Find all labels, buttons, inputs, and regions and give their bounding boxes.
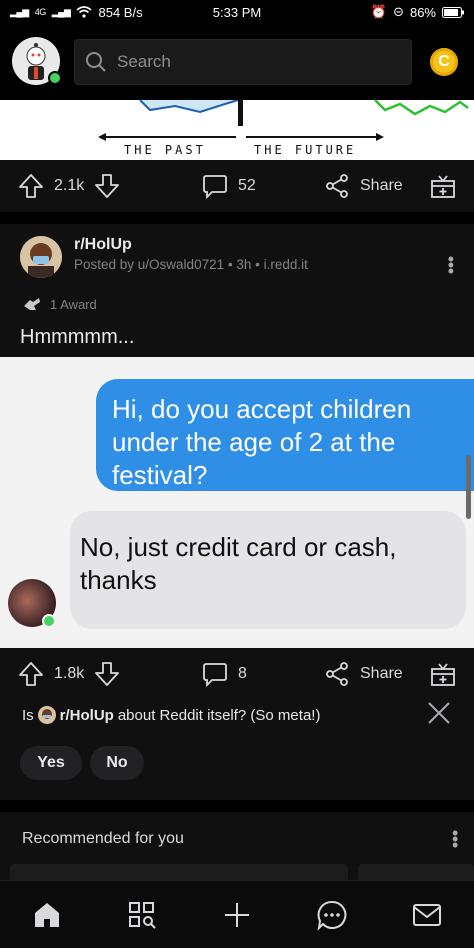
timeline-label-future: THE FUTURE [254,143,357,157]
timeline-graphic [98,100,469,141]
post-separator [0,212,474,224]
downvote-icon[interactable] [94,661,120,687]
previous-post-image[interactable]: THE PAST THE FUTURE [0,100,474,160]
search-input[interactable]: Search [74,39,412,85]
inbox-icon [412,903,441,926]
share-icon [326,174,348,198]
subreddit-icon [20,236,62,278]
no-button[interactable]: No [90,746,144,780]
post-header: r/HolUp Posted by u/Oswald0721 • 3h • i.… [0,224,474,292]
post-card[interactable]: r/HolUp Posted by u/Oswald0721 • 3h • i.… [0,224,474,362]
post-byline: Posted by u/Oswald0721 • 3h • i.redd.it [74,257,308,272]
recommended-card[interactable] [358,864,474,880]
wifi-icon [76,6,93,18]
nav-discover[interactable] [112,885,172,945]
coins-button[interactable]: C [430,48,458,76]
award-row[interactable]: 1 Award [0,292,474,316]
alarm-icon: ⏰ [370,4,388,19]
clock: 5:33 PM [212,4,262,20]
previous-post-actions: 2.1k 52 Share [0,160,474,212]
upvote-icon[interactable] [18,661,44,687]
recommended-card[interactable] [10,864,348,880]
signal-icon: ▂▄▆ [10,6,29,17]
post-actions: 1.8k 8 Share [0,648,474,700]
recommended-menu-button[interactable]: • • • [452,824,458,854]
question-subreddit: r/HolUp [59,706,114,724]
app-bar: Search C [0,24,474,100]
timeline-label-past: THE PAST [124,143,206,157]
share-label: Share [360,177,403,194]
bottom-nav [0,880,474,948]
discover-icon [129,901,156,929]
give-award-button[interactable] [430,173,456,199]
nav-chat[interactable] [302,885,362,945]
signal-icon-2: ▂▄▆ [51,6,71,17]
post-title[interactable]: Hmmmmm... [0,316,474,362]
award-count: 1 Award [50,296,97,312]
received-message-bubble: No, just credit card or cash, thanks [70,511,466,629]
dnd-icon: ⊝ [393,4,404,19]
comments-button[interactable]: 52 [202,173,302,199]
create-icon [224,902,249,927]
yes-button[interactable]: Yes [20,746,82,780]
comment-count: 52 [238,177,256,194]
share-button[interactable]: Share [324,173,424,199]
sender-online-dot [42,614,56,628]
status-bar: ▂▄▆ 4G ▂▄▆ 854 B/s 5:33 PM ⏰ ⊝ 86% [0,0,474,24]
nav-create[interactable] [207,885,267,945]
online-status-dot [48,71,62,85]
search-placeholder: Search [117,52,171,71]
comments-button[interactable]: 8 [202,661,302,687]
recommended-title: Recommended for you [22,830,184,847]
network-type: 4G [34,7,47,17]
search-icon [86,52,106,72]
post-menu-button[interactable]: • • • [448,250,454,280]
home-icon [35,902,60,927]
dismiss-question-button[interactable] [426,700,452,731]
coin-icon: C [438,53,450,70]
subreddit-avatar[interactable] [20,236,62,278]
award-icon [24,298,40,310]
meta-question-text: Is r/HolUp about Reddit itself? (So meta… [22,706,320,724]
sent-message-bubble: Hi, do you accept children under the age… [96,379,474,491]
share-icon [326,662,348,686]
gift-icon [431,175,455,198]
battery-icon [442,6,464,18]
vote-group: 2.1k [18,173,138,199]
battery-level: 86% [409,4,436,20]
comment-count: 8 [238,665,247,682]
vote-group: 1.8k [18,661,138,687]
recommended-section: Recommended for you • • • [0,812,474,880]
share-button[interactable]: Share [324,661,424,687]
close-icon [428,702,450,724]
chat-icon [317,900,347,931]
network-speed: 854 B/s [98,4,143,20]
vote-count: 1.8k [54,665,85,682]
gift-icon [431,663,455,686]
upvote-icon[interactable] [18,173,44,199]
post-image[interactable]: Hi, do you accept children under the age… [0,357,474,648]
comment-icon [203,175,227,199]
give-award-button[interactable] [430,661,456,687]
nav-inbox[interactable] [397,885,457,945]
nav-home[interactable] [17,885,77,945]
downvote-icon[interactable] [94,173,120,199]
meta-question-card: Is r/HolUp about Reddit itself? (So meta… [0,700,474,800]
subreddit-name[interactable]: r/HolUp [74,236,308,254]
share-label: Share [360,665,403,682]
question-suffix: about Reddit itself? (So meta!) [117,706,321,724]
question-prefix: Is [22,706,34,724]
comment-icon [203,663,227,687]
scrollbar[interactable] [466,455,471,519]
vote-count: 2.1k [54,177,85,194]
user-avatar-button[interactable] [12,37,62,87]
subreddit-mini-icon [37,706,56,724]
